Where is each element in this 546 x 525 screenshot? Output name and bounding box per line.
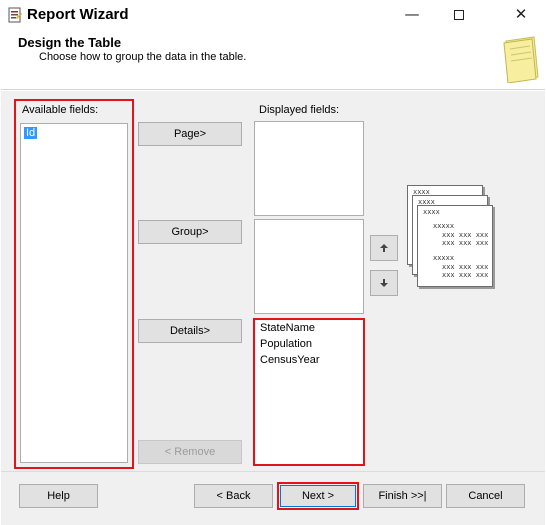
page-subtitle: Choose how to group the data in the tabl… xyxy=(39,51,247,63)
group-fields-list[interactable] xyxy=(254,219,364,314)
preview-header: xxxx xyxy=(423,208,440,216)
details-fields-list[interactable]: StateName Population CensusYear xyxy=(256,320,363,464)
preview-group-row: xxxxx xyxy=(433,254,455,262)
preview-page-front: xxxx xxxxx xxx xxx xxx xxx xxx xxx xxxxx… xyxy=(417,205,493,287)
wizard-notepad-icon xyxy=(500,35,540,84)
close-button[interactable]: ✕ xyxy=(496,0,546,30)
list-item[interactable]: CensusYear xyxy=(260,354,320,366)
back-button[interactable]: < Back xyxy=(194,484,273,508)
page-button[interactable]: Page> xyxy=(138,122,242,146)
help-button[interactable]: Help xyxy=(19,484,98,508)
minimize-button[interactable]: — xyxy=(388,0,436,30)
remove-button[interactable]: < Remove xyxy=(138,440,242,464)
page-title: Design the Table xyxy=(18,35,122,50)
details-button[interactable]: Details> xyxy=(138,319,242,343)
maximize-icon xyxy=(454,10,464,20)
cancel-button[interactable]: Cancel xyxy=(446,484,525,508)
preview-detail-row: xxx xxx xxx xyxy=(442,239,489,247)
table-layout-preview: xxxx xxxx xxxx xxxxx xxx xxx xxx xxx xxx… xyxy=(405,183,497,293)
finish-button[interactable]: Finish >>| xyxy=(363,484,442,508)
page-fields-list[interactable] xyxy=(254,121,364,216)
move-down-button[interactable] xyxy=(370,270,398,296)
arrow-down-icon xyxy=(380,279,388,287)
list-item[interactable]: Id xyxy=(24,127,38,139)
group-button[interactable]: Group> xyxy=(138,220,242,244)
available-fields-list[interactable]: Id xyxy=(20,123,128,463)
move-up-button[interactable] xyxy=(370,235,398,261)
preview-detail-row: xxx xxx xxx xyxy=(442,263,489,271)
displayed-fields-label: Displayed fields: xyxy=(259,104,340,116)
list-item[interactable]: Population xyxy=(260,338,312,350)
preview-group-row: xxxxx xyxy=(433,222,455,230)
maximize-button[interactable] xyxy=(436,0,482,30)
arrow-up-icon xyxy=(380,244,388,252)
next-button[interactable]: Next > xyxy=(280,485,356,507)
list-item[interactable]: StateName xyxy=(260,322,315,334)
window-title: Report Wizard xyxy=(27,6,129,23)
preview-detail-row: xxx xxx xxx xyxy=(442,231,489,239)
available-fields-label: Available fields: xyxy=(22,104,99,116)
report-wizard-app-icon xyxy=(8,7,22,23)
preview-detail-row: xxx xxx xxx xyxy=(442,271,489,279)
